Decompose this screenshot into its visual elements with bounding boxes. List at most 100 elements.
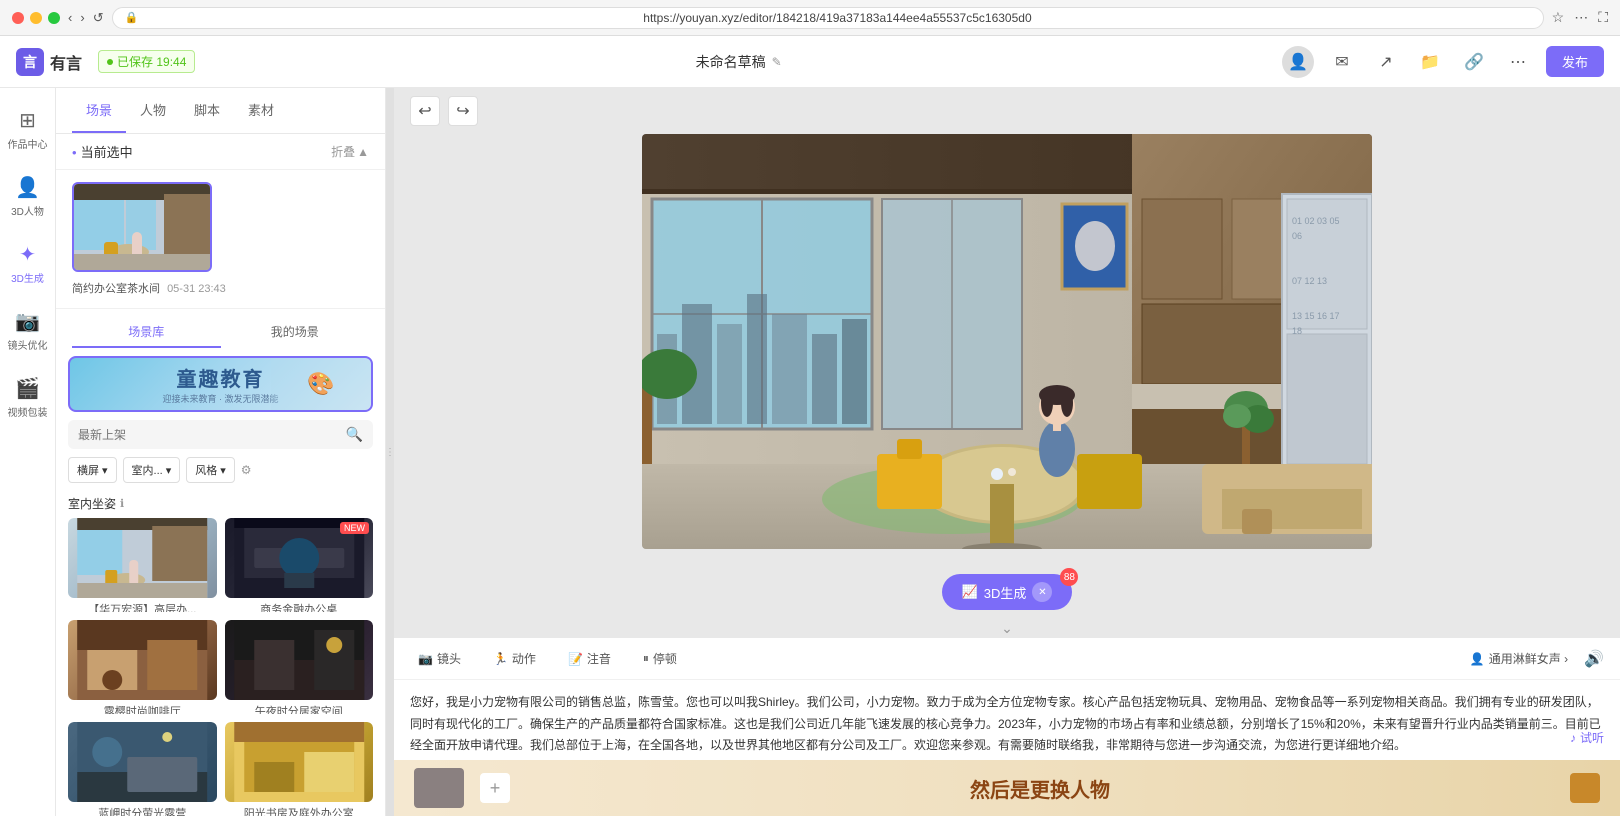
sidebar-item-video[interactable]: 🎬 视频包装 xyxy=(4,368,52,427)
window-maximize-btn[interactable] xyxy=(48,12,60,24)
selected-scene-name: 简约办公室茶水间 05-31 23:43 xyxy=(72,280,226,296)
bottom-title: 然后是更换人物 xyxy=(526,774,1554,803)
tab-script[interactable]: 脚本 xyxy=(180,88,234,133)
camera-icon: 📷 xyxy=(15,309,40,334)
tab-scene[interactable]: 场景 xyxy=(72,88,126,133)
scene-label-1: 商务金融办公桌 xyxy=(225,601,374,612)
filter-icon[interactable]: ⚙ xyxy=(241,463,252,477)
chevron-down-icon: ▾ xyxy=(102,464,108,477)
window-close-btn[interactable] xyxy=(12,12,24,24)
info-icon[interactable]: ℹ xyxy=(120,497,124,510)
scene-item-2[interactable]: 露樱时尚咖啡厅 xyxy=(68,620,217,714)
3d-gen-icon: ✦ xyxy=(19,242,36,267)
generate-close-btn[interactable]: ✕ xyxy=(1032,582,1052,602)
new-badge-1: NEW xyxy=(340,522,369,534)
search-icon[interactable]: 🔍 xyxy=(346,426,363,443)
sidebar-item-camera[interactable]: 📷 镜头优化 xyxy=(4,301,52,360)
undo-btn[interactable]: ↩ xyxy=(410,96,440,126)
edit-title-icon[interactable]: ✎ xyxy=(772,55,782,69)
selected-scene-area: 简约办公室茶水间 05-31 23:43 xyxy=(56,170,385,309)
tts-label: 试听 xyxy=(1580,728,1604,750)
collapse-btn[interactable]: 折叠 ▲ xyxy=(331,143,369,160)
3d-gen-label: 3D生成 xyxy=(11,270,44,285)
tts-btn[interactable]: ♪ 试听 xyxy=(1570,728,1604,750)
script-text: 您好，我是小力宠物有限公司的销售总监，陈雪莹。您也可以叫我Shirley。我们公… xyxy=(410,695,1601,752)
user-avatar[interactable]: 👤 xyxy=(1282,46,1314,78)
lib-tab-mine[interactable]: 我的场景 xyxy=(221,317,370,348)
tool-pause[interactable]: ⏸ 停顿 xyxy=(635,646,685,671)
filter-style[interactable]: 风格 ▾ xyxy=(186,457,235,483)
camera-label: 镜头优化 xyxy=(8,337,48,352)
generate-3d-button[interactable]: 📈 3D生成 ✕ 88 xyxy=(942,574,1073,610)
more-icon[interactable]: ⋯ xyxy=(1574,9,1588,26)
scene-item-4[interactable]: 蓝岬时分萤光露营 xyxy=(68,722,217,816)
refresh-btn[interactable]: ↺ xyxy=(93,10,104,26)
canvas-area: 01 02 03 05 06 07 12 13 13 15 16 17 18 xyxy=(394,134,1620,564)
mail-btn[interactable]: ✉ xyxy=(1326,46,1358,78)
pause-tool-icon: ⏸ xyxy=(643,651,649,666)
redo-btn[interactable]: ↪ xyxy=(448,96,478,126)
scene-item-1[interactable]: NEW 商务金融办公桌 xyxy=(225,518,374,612)
top-nav: 言 有言 已保存 19:44 未命名草稿 ✎ 👤 ✉ ↗ 📁 🔗 ⋯ 发布 xyxy=(0,36,1620,88)
back-btn[interactable]: ‹ xyxy=(68,10,72,25)
scene-thumb-5 xyxy=(225,722,374,802)
caption-tool-icon: 📝 xyxy=(568,652,583,666)
tool-camera[interactable]: 📷 镜头 xyxy=(410,646,469,671)
sidebar-item-3d-gen[interactable]: ✦ 3D生成 xyxy=(4,234,52,293)
folder-btn[interactable]: 📁 xyxy=(1414,46,1446,78)
tts-icon: ♪ xyxy=(1570,728,1576,750)
editor-content[interactable]: 您好，我是小力宠物有限公司的销售总监，陈雪莹。您也可以叫我Shirley。我们公… xyxy=(394,680,1620,760)
forward-btn[interactable]: › xyxy=(80,10,84,25)
bookmark-icon[interactable]: ☆ xyxy=(1552,9,1565,26)
more-btn[interactable]: ⋯ xyxy=(1502,46,1534,78)
resize-handle[interactable]: ⋮ xyxy=(386,88,394,816)
volume-icon[interactable]: 🔊 xyxy=(1584,649,1604,669)
nav-actions: 👤 ✉ ↗ 📁 🔗 ⋯ 发布 xyxy=(1282,46,1604,78)
category-label: 室内坐姿 xyxy=(68,495,116,512)
link-btn[interactable]: 🔗 xyxy=(1458,46,1490,78)
action-tool-icon: 🏃 xyxy=(493,652,508,666)
voice-label: 通用淋鲜女声 › xyxy=(1489,650,1568,667)
tool-caption[interactable]: 📝 注音 xyxy=(560,646,619,671)
bottom-corner-indicator xyxy=(1570,773,1600,803)
svg-text:06: 06 xyxy=(1292,231,1302,241)
filter-indoor[interactable]: 室内... ▾ xyxy=(123,457,181,483)
current-label: 当前选中 xyxy=(72,142,133,161)
scene-label-3: 午夜时分居家空间 xyxy=(225,703,374,714)
scene-item-5[interactable]: 阳光书房及庭外办公室 xyxy=(225,722,374,816)
sidebar-icons: ⊞ 作品中心 👤 3D人物 ✦ 3D生成 📷 镜头优化 🎬 视频包装 xyxy=(0,88,56,816)
tool-action[interactable]: 🏃 动作 xyxy=(485,646,544,671)
share-btn[interactable]: ↗ xyxy=(1370,46,1402,78)
scene-item-0[interactable]: 【华万宏源】高层办... xyxy=(68,518,217,612)
logo-text: 有言 xyxy=(50,50,82,74)
expand-btn[interactable]: ⌄ xyxy=(394,620,1620,637)
svg-text:07 12 13: 07 12 13 xyxy=(1292,276,1327,286)
bottom-preview-thumb[interactable] xyxy=(414,768,464,808)
search-input[interactable] xyxy=(78,428,340,442)
publish-button[interactable]: 发布 xyxy=(1546,46,1604,77)
lib-tab-library[interactable]: 场景库 xyxy=(72,317,221,348)
video-label: 视频包装 xyxy=(8,404,48,419)
window-minimize-btn[interactable] xyxy=(30,12,42,24)
add-slide-btn[interactable]: + xyxy=(480,773,510,803)
chevron-down-icon-3: ▾ xyxy=(220,464,226,477)
scene-canvas[interactable]: 01 02 03 05 06 07 12 13 13 15 16 17 18 xyxy=(642,134,1372,549)
chevron-down-icon-2: ▾ xyxy=(166,464,172,477)
tab-character[interactable]: 人物 xyxy=(126,88,180,133)
project-title: 未命名草稿 xyxy=(696,52,766,72)
fullscreen-icon[interactable]: ⛶ xyxy=(1598,9,1608,26)
sidebar-item-3d-person[interactable]: 👤 3D人物 xyxy=(4,167,52,226)
url-bar[interactable]: 🔒 https://youyan.xyz/editor/184218/419a3… xyxy=(112,7,1544,29)
scene-item-3[interactable]: 午夜时分居家空间 xyxy=(225,620,374,714)
url-text: https://youyan.xyz/editor/184218/419a371… xyxy=(144,11,1530,25)
filter-orientation[interactable]: 横屏 ▾ xyxy=(68,457,117,483)
sidebar-item-works[interactable]: ⊞ 作品中心 xyxy=(4,100,52,159)
collapse-text: 折叠 xyxy=(331,143,355,160)
3d-person-icon: 👤 xyxy=(15,175,40,200)
voice-selector[interactable]: 👤 通用淋鲜女声 › xyxy=(1470,650,1568,667)
scene-label-4: 蓝岬时分萤光露营 xyxy=(68,805,217,816)
banner-area[interactable]: 童趣教育 迎接未来教育 · 激发无限潜能 🎨 xyxy=(68,356,373,412)
selected-scene-thumb[interactable] xyxy=(72,182,212,272)
svg-text:13 15 16 17: 13 15 16 17 xyxy=(1292,311,1340,321)
tab-material[interactable]: 素材 xyxy=(234,88,288,133)
